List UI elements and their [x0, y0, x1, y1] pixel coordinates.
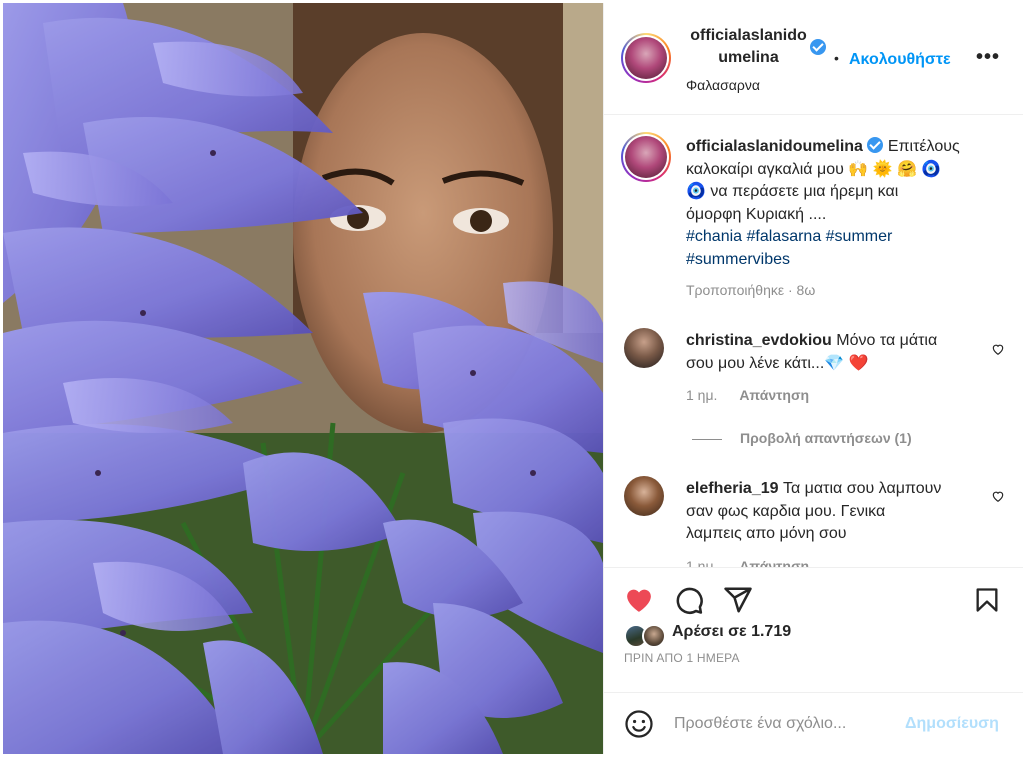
- add-comment-bar: Δημοσίευση: [604, 692, 1023, 754]
- comments-list[interactable]: officialaslanidoumelina Επιτέλους καλοκα…: [604, 116, 1023, 567]
- caption-avatar[interactable]: [621, 132, 671, 182]
- comment-username[interactable]: christina_evdokiou: [686, 332, 832, 349]
- caption-username[interactable]: officialaslanidoumelina: [686, 138, 863, 155]
- like-comment-icon[interactable]: [991, 342, 1005, 356]
- liker-avatar[interactable]: [642, 624, 666, 648]
- comment-avatar[interactable]: [624, 328, 664, 368]
- comment-icon[interactable]: [674, 585, 704, 615]
- separator-dot: •: [834, 50, 839, 66]
- emoji-icon[interactable]: [624, 709, 654, 739]
- comment-time: 1 ημ.: [686, 387, 718, 403]
- comment-text: λαμπεις απο μόνη σου: [686, 525, 847, 542]
- caption-hashtags[interactable]: #summervibes: [686, 249, 986, 272]
- like-comment-icon[interactable]: [991, 489, 1005, 503]
- post-location[interactable]: Φαλασαρνα: [686, 77, 760, 93]
- comment-time: 1 ημ.: [686, 557, 718, 568]
- more-icon[interactable]: •••: [976, 47, 1000, 67]
- save-icon[interactable]: [973, 585, 1001, 615]
- comment-avatar[interactable]: [624, 476, 664, 516]
- caption-meta: Τροποποιήθηκε · 8ω: [686, 282, 816, 298]
- caption-text: καλοκαίρι αγκαλιά μου 🙌 🌞 🤗 🧿: [686, 160, 942, 178]
- post-comment-button[interactable]: Δημοσίευση: [905, 715, 999, 733]
- author-username[interactable]: officialaslanido umelina: [686, 25, 811, 69]
- verified-icon: [867, 137, 884, 153]
- comment-input[interactable]: [674, 711, 894, 737]
- reply-button[interactable]: Απάντηση: [739, 558, 809, 568]
- view-replies-button[interactable]: Προβολή απαντήσεων (1): [692, 430, 912, 446]
- comment-text: σαν φως καρδια μου. Γενικα: [686, 502, 886, 520]
- caption: officialaslanidoumelina Επιτέλους καλοκα…: [686, 136, 986, 302]
- post-actions: Αρέσει σε 1.719 ΠΡΙΝ ΑΠΟ 1 ΗΜΕΡΑ: [604, 567, 1023, 692]
- verified-icon: [810, 39, 826, 55]
- likes-count[interactable]: Αρέσει σε 1.719: [672, 623, 791, 641]
- comment-username[interactable]: elefheria_19: [686, 480, 779, 497]
- comment-text: Μόνο τα μάτια: [831, 332, 938, 349]
- share-icon[interactable]: [723, 585, 753, 615]
- comment-text: Τα ματια σου λαμπουν: [778, 480, 942, 497]
- photo-image: [3, 3, 603, 754]
- post-dialog: officialaslanido umelina • Ακολουθήστε •…: [0, 0, 1025, 757]
- divider-line: [692, 438, 722, 440]
- post-photo[interactable]: [3, 3, 603, 754]
- reply-button[interactable]: Απάντηση: [739, 387, 809, 403]
- caption-hashtags[interactable]: #chania #falasarna #summer: [686, 226, 986, 249]
- comment: christina_evdokiou Μόνο τα μάτια σου μου…: [686, 330, 986, 407]
- caption-text: όμορφη Κυριακή ....: [686, 205, 827, 223]
- author-avatar[interactable]: [621, 33, 671, 83]
- post-side-panel: officialaslanido umelina • Ακολουθήστε •…: [603, 3, 1023, 754]
- follow-button[interactable]: Ακολουθήστε: [849, 51, 951, 69]
- post-time[interactable]: ΠΡΙΝ ΑΠΟ 1 ΗΜΕΡΑ: [624, 651, 740, 665]
- post-header: officialaslanido umelina • Ακολουθήστε •…: [604, 3, 1023, 115]
- heart-icon[interactable]: [623, 585, 655, 615]
- caption-text: 🧿 να περάσετε μια ήρεμη και: [686, 183, 899, 200]
- caption-text: Επιτέλους: [883, 138, 960, 155]
- comment-text: σου μου λένε κάτι...💎 ❤️: [686, 354, 869, 372]
- comment: elefheria_19 Τα ματια σου λαμπουν σαν φω…: [686, 478, 986, 567]
